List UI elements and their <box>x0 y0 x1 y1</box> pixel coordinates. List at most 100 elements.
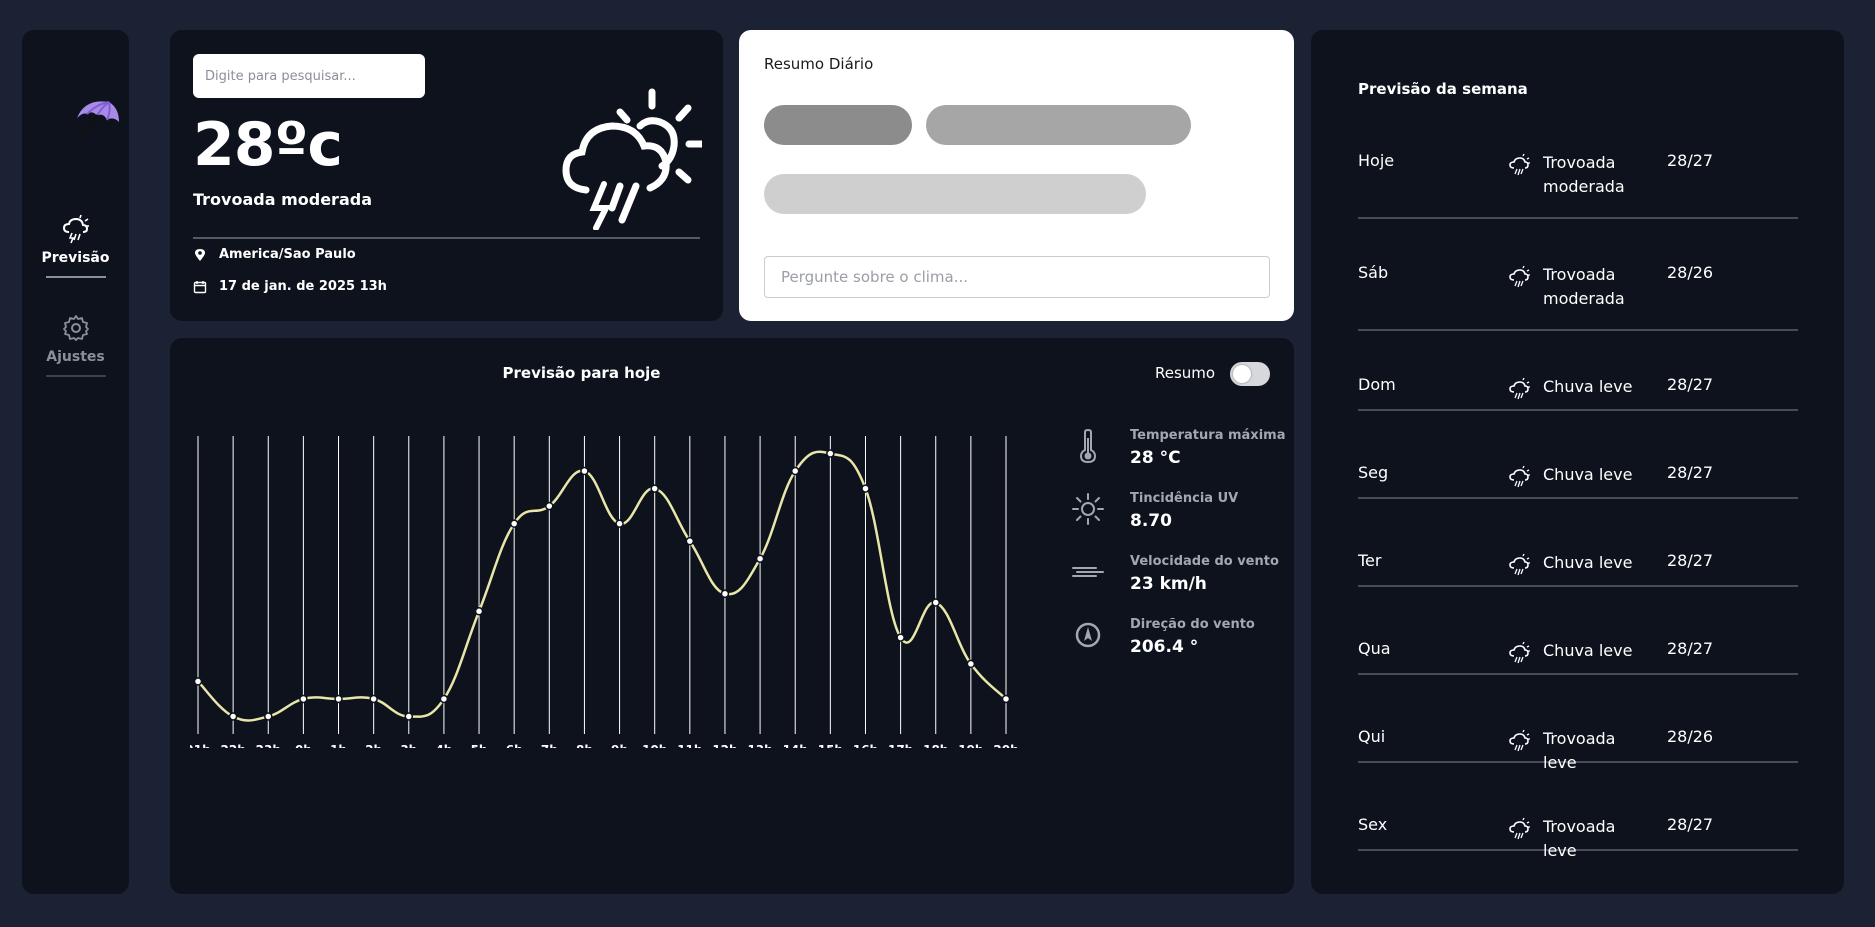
active-indicator <box>45 276 106 278</box>
data-point[interactable] <box>264 712 273 721</box>
stat-value: 28 °C <box>1130 448 1181 468</box>
week-condition: Trovoada leve <box>1543 729 1616 772</box>
loading-skeleton <box>764 105 912 145</box>
week-temperatures: 28/27 <box>1667 639 1714 658</box>
date-row: 17 de jan. de 2025 13h <box>193 279 387 294</box>
summary-title: Resumo Diário <box>764 55 874 73</box>
stat-label: Tincidência UV <box>1130 491 1239 506</box>
x-tick-label: 20h <box>993 743 1018 748</box>
x-tick-label: 6h <box>506 743 523 748</box>
x-tick-label: 7h <box>541 743 558 748</box>
thermometer-icon <box>1079 428 1097 464</box>
storm-cloud-icon <box>562 88 702 230</box>
daily-summary-card: Resumo Diário <box>739 30 1294 321</box>
week-row[interactable]: Qui Trovoada leve 28/26 <box>1358 727 1798 772</box>
sidebar-item-ajustes[interactable]: Ajustes <box>22 313 129 377</box>
data-point[interactable] <box>615 519 624 528</box>
data-point[interactable] <box>228 712 238 721</box>
week-row[interactable]: Hoje Trovoada moderada 28/27 <box>1358 151 1798 219</box>
data-point[interactable] <box>685 536 695 546</box>
x-tick-label: 18h <box>923 743 948 748</box>
week-temperatures: 28/27 <box>1667 463 1714 482</box>
data-point[interactable] <box>931 598 940 607</box>
week-row[interactable]: Seg Chuva leve 28/27 <box>1358 463 1798 499</box>
storm-cloud-icon <box>1509 817 1530 840</box>
x-tick-label: 8h <box>576 743 593 748</box>
x-tick-label: 23h <box>256 743 281 748</box>
x-tick-label: 16h <box>853 743 878 748</box>
loading-skeleton <box>926 105 1191 145</box>
week-day: Qui <box>1358 727 1386 746</box>
data-point[interactable] <box>369 694 378 704</box>
sun-icon <box>1072 493 1104 525</box>
data-point[interactable] <box>509 519 519 528</box>
data-point[interactable] <box>755 554 765 563</box>
week-forecast-card: Previsão da semana Hoje Trovoada moderada… <box>1311 30 1844 894</box>
storm-cloud-icon <box>1509 265 1530 288</box>
data-point[interactable] <box>966 659 976 669</box>
x-tick-label: 3h <box>400 743 417 748</box>
data-point[interactable] <box>580 466 589 476</box>
x-tick-label: 12h <box>712 743 737 748</box>
week-day: Dom <box>1358 375 1396 394</box>
stat-label: Direção do vento <box>1130 617 1255 632</box>
week-temperatures: 28/27 <box>1667 815 1714 834</box>
data-point[interactable] <box>896 633 905 642</box>
rain-cloud-icon <box>1509 641 1530 664</box>
hourly-temperature-chart: 21h 22h 23h 0h 1h 2h 3h 4h 5h 6h 7h 8h 9h 10h 11h 12h 13… <box>190 436 1019 748</box>
wind-icon <box>1072 567 1104 577</box>
data-point[interactable] <box>1001 694 1011 704</box>
x-tick-label: 17h <box>888 743 913 748</box>
data-point[interactable] <box>299 694 308 704</box>
sidebar-item-label: Ajustes <box>46 349 105 365</box>
week-condition: Chuva leve <box>1543 553 1633 572</box>
summary-toggle-label: Resumo <box>1155 364 1216 382</box>
week-row[interactable]: Qua Chuva leve 28/27 <box>1358 639 1798 675</box>
summary-toggle[interactable] <box>1230 362 1270 386</box>
x-tick-label: 0h <box>295 743 312 748</box>
week-row[interactable]: Ter Chuva leve 28/27 <box>1358 551 1798 587</box>
week-condition: Trovoada leve <box>1543 817 1616 860</box>
sidebar-item-previsao[interactable]: Previsão <box>22 214 129 278</box>
stat-value: 23 km/h <box>1130 574 1207 594</box>
week-day: Hoje <box>1358 151 1395 170</box>
data-point[interactable] <box>545 501 554 511</box>
data-point[interactable] <box>720 589 730 599</box>
stat-value: 8.70 <box>1130 511 1172 531</box>
x-tick-label: 13h <box>747 743 772 748</box>
data-point[interactable] <box>826 449 835 458</box>
umbrella-logo-icon <box>77 101 119 139</box>
week-temperatures: 28/27 <box>1667 551 1714 570</box>
toggle-knob <box>1233 365 1251 383</box>
x-tick-label: 14h <box>783 743 808 748</box>
x-tick-label: 2h <box>365 743 382 748</box>
x-tick-label: 15h <box>818 743 843 748</box>
x-tick-label: 10h <box>642 743 667 748</box>
rain-cloud-icon <box>1509 553 1530 576</box>
data-point[interactable] <box>193 677 203 686</box>
data-point[interactable] <box>334 694 343 704</box>
x-tick-label: 19h <box>958 743 983 748</box>
search-input[interactable] <box>193 54 425 98</box>
storm-cloud-icon <box>1509 153 1530 176</box>
data-point[interactable] <box>790 466 800 476</box>
week-temperatures: 28/26 <box>1667 263 1714 282</box>
week-row[interactable]: Sex Trovoada leve 28/27 <box>1358 815 1798 860</box>
week-condition: Chuva leve <box>1543 641 1633 660</box>
week-day: Seg <box>1358 463 1389 482</box>
data-point[interactable] <box>404 712 414 721</box>
week-condition: Trovoada moderada <box>1543 265 1625 308</box>
inactive-indicator <box>45 375 106 377</box>
ask-weather-input[interactable] <box>764 256 1270 298</box>
week-row[interactable]: Dom Chuva leve 28/27 <box>1358 375 1798 411</box>
week-row[interactable]: Sáb Trovoada moderada 28/26 <box>1358 263 1798 331</box>
x-tick-label: 22h <box>221 743 246 748</box>
data-point[interactable] <box>650 484 659 493</box>
week-temperatures: 28/27 <box>1667 151 1714 170</box>
data-point[interactable] <box>439 694 449 704</box>
week-day: Sex <box>1358 815 1388 834</box>
data-point[interactable] <box>861 484 870 493</box>
storm-cloud-icon <box>62 214 89 244</box>
location-row: America/Sao Paulo <box>193 247 356 262</box>
data-point[interactable] <box>474 607 484 616</box>
